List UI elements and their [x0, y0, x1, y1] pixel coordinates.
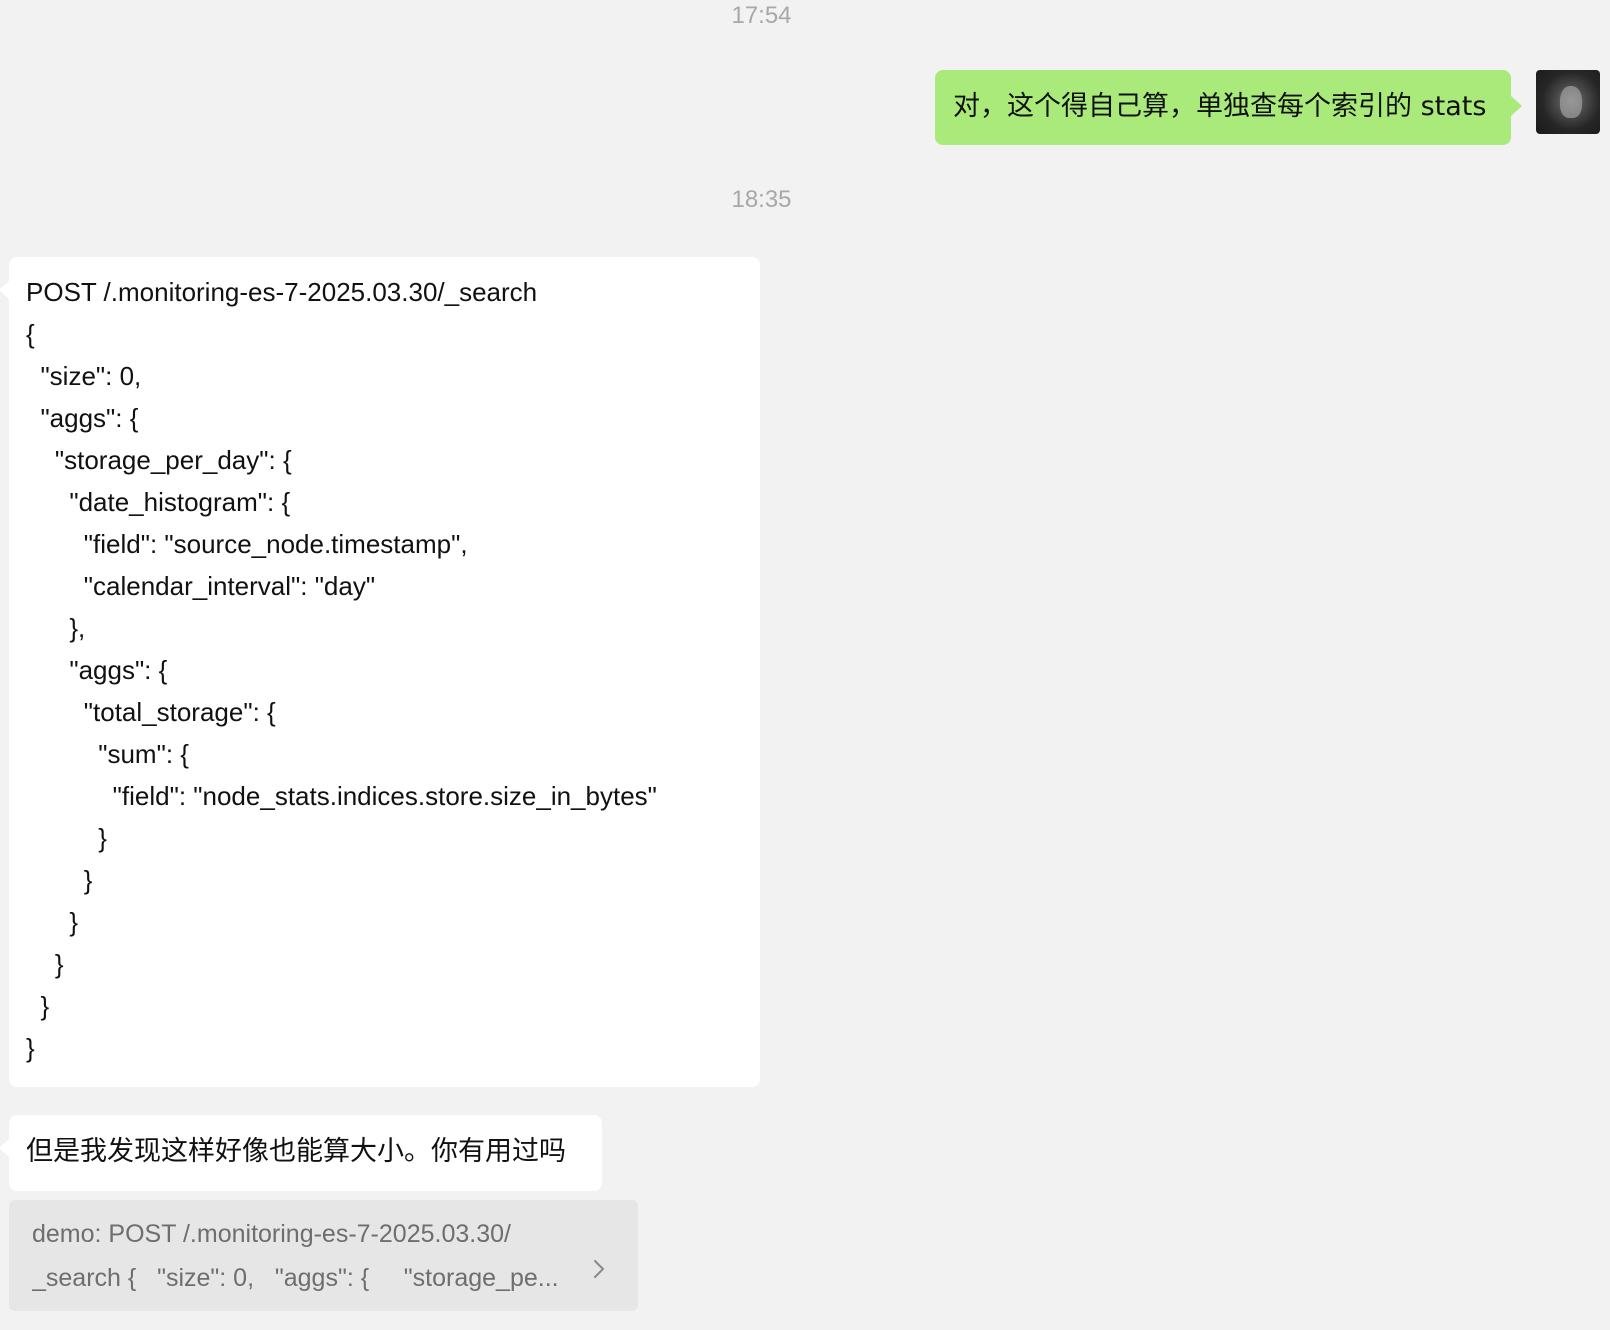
code-line: "calendar_interval": "day" [26, 571, 376, 601]
quoted-message[interactable]: demo: POST /.monitoring-es-7-2025.03.30/… [9, 1200, 638, 1311]
code-line: "sum": { [26, 739, 189, 769]
code-line: }, [26, 613, 86, 643]
code-line: "field": "source_node.timestamp", [26, 529, 468, 559]
timestamp: 17:54 [731, 2, 792, 29]
code-line: "storage_per_day": { [26, 445, 292, 475]
incoming-message-bubble[interactable]: 但是我发现这样好像也能算大小。你有用过吗 [0, 1115, 602, 1191]
code-line: "aggs": { [26, 655, 168, 685]
timestamp: 18:35 [731, 186, 792, 213]
code-line: "size": 0, [26, 361, 142, 391]
message-text: 对，这个得自己算，单独查每个索引的 stats [953, 91, 1487, 122]
quote-line: demo: POST /.monitoring-es-7-2025.03.30/ [32, 1220, 511, 1248]
code-line: "field": "node_stats.indices.store.size_… [26, 781, 657, 811]
code-line: } [26, 865, 93, 895]
code-line: } [26, 907, 79, 937]
code-line: } [26, 823, 107, 853]
avatar-image [1560, 86, 1582, 118]
user-avatar[interactable] [1536, 70, 1600, 134]
quote-line: _search { "size": 0, "aggs": { "storage_… [32, 1264, 559, 1292]
incoming-code-message-bubble[interactable]: POST /.monitoring-es-7-2025.03.30/_searc… [0, 257, 760, 1087]
message-text: 但是我发现这样好像也能算大小。你有用过吗 [26, 1136, 566, 1167]
chevron-right-icon [594, 1260, 604, 1278]
code-line: } [26, 991, 50, 1021]
code-line: "date_histogram": { [26, 487, 291, 517]
code-line: } [26, 949, 64, 979]
code-line: { [26, 319, 35, 349]
outgoing-message-bubble[interactable]: 对，这个得自己算，单独查每个索引的 stats [935, 70, 1522, 145]
code-line: "total_storage": { [26, 697, 276, 727]
code-line: } [26, 1033, 35, 1063]
code-line: "aggs": { [26, 403, 139, 433]
code-line: POST /.monitoring-es-7-2025.03.30/_searc… [26, 277, 538, 307]
